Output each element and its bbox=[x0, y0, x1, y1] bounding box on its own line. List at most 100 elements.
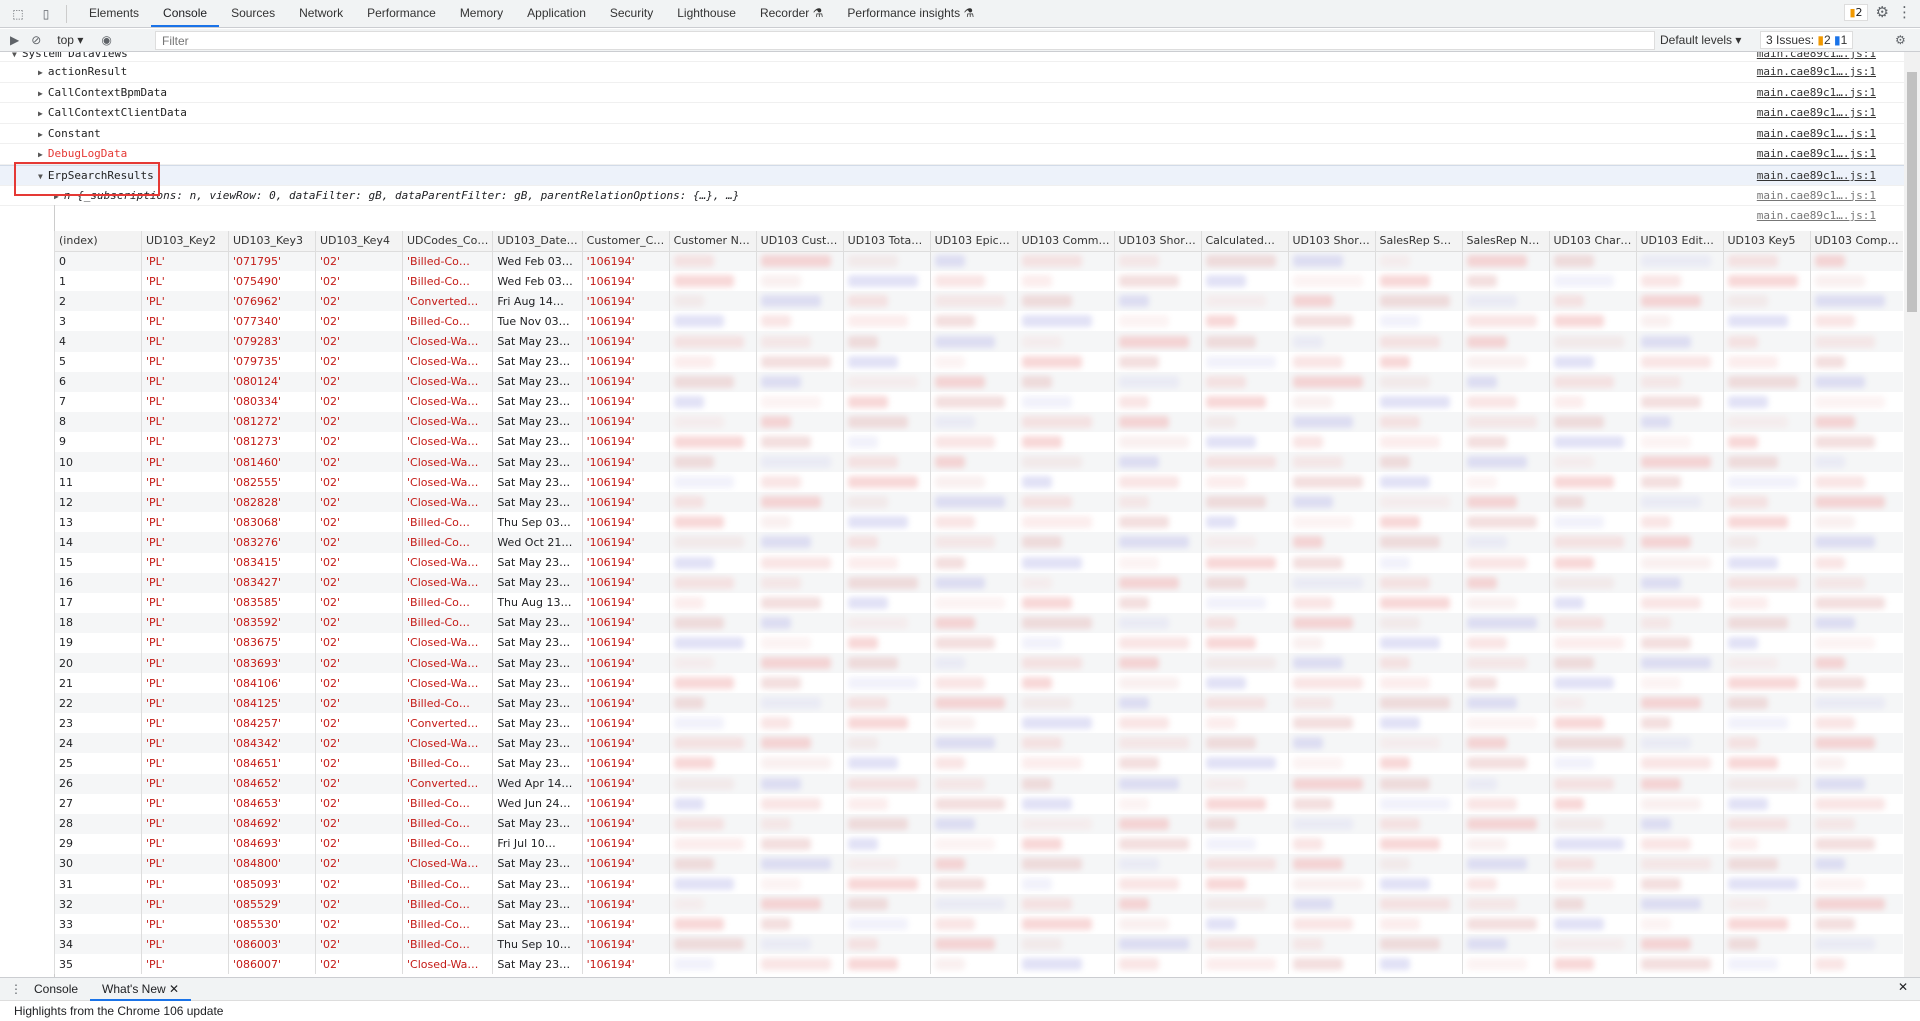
console-entry[interactable]: ▶ CallContextBpmData main.cae89c1….js:1 bbox=[0, 83, 1904, 104]
redacted-blur bbox=[1379, 636, 1440, 649]
context-selector[interactable]: top ▾ bbox=[57, 33, 83, 47]
issues-button[interactable]: 3 Issues: ▮2 ▮1 bbox=[1760, 31, 1854, 49]
tab-console[interactable]: Console bbox=[151, 0, 220, 27]
clear-console-icon[interactable]: ⊘ bbox=[31, 33, 41, 47]
column-header[interactable]: SalesRep S… bbox=[1374, 231, 1462, 252]
table-cell: 'PL' bbox=[141, 532, 229, 553]
tab-performance-insights[interactable]: Performance insights ⚗ bbox=[835, 0, 986, 27]
redacted-cell bbox=[1113, 632, 1201, 653]
scrollbar-thumb[interactable] bbox=[1907, 72, 1917, 312]
column-header[interactable]: UD103 Shor… bbox=[1113, 231, 1201, 252]
tab-network[interactable]: Network bbox=[287, 0, 355, 27]
drawer-menu-icon[interactable]: ⋮ bbox=[10, 982, 22, 996]
column-header[interactable]: UD103_Date… bbox=[492, 231, 583, 252]
redacted-cell bbox=[1113, 592, 1201, 613]
redacted-cell bbox=[1113, 673, 1201, 694]
console-entry[interactable]: ▶ DebugLogData main.cae89c1….js:1 bbox=[0, 144, 1904, 165]
column-header[interactable]: UD103 Char… bbox=[1548, 231, 1636, 252]
redacted-blur bbox=[1379, 677, 1430, 690]
source-link[interactable]: main.cae89c1….js:1 bbox=[1757, 206, 1876, 227]
drawer-tab-console[interactable]: Console bbox=[22, 978, 90, 1001]
column-header[interactable]: UD103_Key4 bbox=[315, 231, 403, 252]
issues-badge[interactable]: ▮2 bbox=[1844, 3, 1868, 21]
close-drawer-icon[interactable]: ✕ bbox=[1898, 980, 1908, 994]
source-link[interactable]: main.cae89c1….js:1 bbox=[1757, 62, 1876, 83]
redacted-cell bbox=[668, 351, 757, 372]
column-header[interactable]: UDCodes_Co… bbox=[401, 231, 493, 252]
column-header[interactable]: UD103 Cust… bbox=[755, 231, 844, 252]
live-expression-eye-icon[interactable]: ◉ bbox=[101, 33, 111, 47]
tab-security[interactable]: Security bbox=[598, 0, 665, 27]
source-link[interactable]: main.cae89c1….js:1 bbox=[1757, 186, 1876, 207]
tab-application[interactable]: Application bbox=[515, 0, 598, 27]
device-toolbar-icon[interactable]: ▯ bbox=[36, 4, 56, 24]
table-cell: 'PL' bbox=[141, 793, 229, 814]
column-header[interactable]: UD103 Shor… bbox=[1287, 231, 1375, 252]
drawer-tab-whats-new[interactable]: What's New ✕ bbox=[90, 978, 192, 1001]
redacted-cell bbox=[1461, 311, 1549, 332]
scrollbar[interactable] bbox=[1904, 52, 1920, 977]
redacted-blur bbox=[847, 737, 878, 750]
source-link[interactable]: main.cae89c1….js:1 bbox=[1757, 103, 1876, 124]
redacted-cell bbox=[1374, 431, 1462, 453]
redacted-blur bbox=[760, 255, 831, 268]
more-options-icon[interactable]: ⋮ bbox=[1897, 3, 1912, 21]
group-header[interactable]: ▼ System Dataviews main.cae89c1….js:1 bbox=[0, 52, 1904, 62]
column-header[interactable]: SalesRep N… bbox=[1461, 231, 1549, 252]
filter-input[interactable] bbox=[155, 31, 1655, 50]
settings-gear-icon[interactable]: ⚙ bbox=[1876, 3, 1889, 21]
column-header[interactable]: UD103_Key2 bbox=[141, 231, 229, 252]
redacted-cell bbox=[1016, 311, 1114, 332]
redacted-blur bbox=[1021, 415, 1092, 428]
redacted-cell bbox=[1722, 331, 1810, 352]
column-header[interactable]: UD103 Comp… bbox=[1809, 231, 1903, 252]
column-header[interactable]: Calculated… bbox=[1200, 231, 1288, 252]
console-entry[interactable]: ▼ ErpSearchResults main.cae89c1….js:1 bbox=[0, 164, 1904, 187]
column-header[interactable]: Customer N… bbox=[668, 231, 757, 252]
table-cell: 33 bbox=[54, 914, 142, 935]
source-link[interactable]: main.cae89c1….js:1 bbox=[1757, 144, 1876, 165]
console-settings-icon[interactable]: ⚙ bbox=[1895, 33, 1906, 47]
redacted-cell bbox=[929, 813, 1018, 834]
console-entry[interactable]: ▶ Constant main.cae89c1….js:1 bbox=[0, 124, 1904, 145]
tab-performance[interactable]: Performance bbox=[355, 0, 448, 27]
redacted-cell bbox=[1113, 431, 1201, 453]
column-header[interactable]: UD103 Edit… bbox=[1635, 231, 1723, 252]
redacted-cell bbox=[1461, 251, 1549, 272]
source-link[interactable]: main.cae89c1….js:1 bbox=[1757, 83, 1876, 104]
redacted-blur bbox=[1727, 516, 1788, 529]
source-link[interactable]: main.cae89c1….js:1 bbox=[1757, 52, 1876, 59]
redacted-blur bbox=[847, 576, 918, 589]
source-link[interactable]: main.cae89c1….js:1 bbox=[1757, 124, 1876, 145]
table-cell: Sat May 23… bbox=[492, 452, 583, 473]
close-tab-icon[interactable]: ✕ bbox=[169, 982, 179, 996]
source-link[interactable]: main.cae89c1….js:1 bbox=[1757, 166, 1876, 187]
column-header[interactable]: UD103_Key3 bbox=[228, 231, 316, 252]
tab-lighthouse[interactable]: Lighthouse bbox=[665, 0, 748, 27]
tab-memory[interactable]: Memory bbox=[448, 0, 515, 27]
redacted-cell bbox=[1461, 552, 1549, 573]
column-header[interactable]: (index) bbox=[54, 231, 142, 252]
log-levels-dropdown[interactable]: Default levels ▾ bbox=[1660, 33, 1741, 47]
object-preview-line[interactable]: ▶ n {_subscriptions: n, viewRow: 0, dataF… bbox=[0, 186, 1904, 207]
column-header[interactable]: UD103 Epic… bbox=[929, 231, 1018, 252]
inspect-element-icon[interactable]: ⬚ bbox=[8, 4, 28, 24]
redacted-cell bbox=[1635, 954, 1723, 975]
tab-elements[interactable]: Elements bbox=[77, 0, 151, 27]
redacted-cell bbox=[1113, 954, 1201, 975]
tab-sources[interactable]: Sources bbox=[219, 0, 287, 27]
redacted-blur bbox=[1292, 697, 1333, 710]
column-header[interactable]: Customer_C… bbox=[581, 231, 670, 252]
sidebar-toggle-icon[interactable]: ▶ bbox=[10, 33, 19, 47]
console-entry[interactable]: ▶ actionResult main.cae89c1….js:1 bbox=[0, 62, 1904, 83]
redacted-blur bbox=[1553, 295, 1584, 308]
column-header[interactable]: UD103 Key5 bbox=[1722, 231, 1810, 252]
column-header[interactable]: UD103 Comm… bbox=[1016, 231, 1114, 252]
redacted-cell bbox=[1113, 391, 1201, 412]
tab-recorder[interactable]: Recorder ⚗ bbox=[748, 0, 835, 27]
column-header[interactable]: UD103 Tota… bbox=[842, 231, 931, 252]
table-row: 5 'PL' '079735' '02' 'Closed-Wa… Sat May 23… '… bbox=[54, 351, 1903, 372]
redacted-blur bbox=[1727, 536, 1758, 549]
console-entry[interactable]: ▶ CallContextClientData main.cae89c1….js:1 bbox=[0, 103, 1904, 124]
redacted-cell bbox=[1722, 934, 1810, 955]
